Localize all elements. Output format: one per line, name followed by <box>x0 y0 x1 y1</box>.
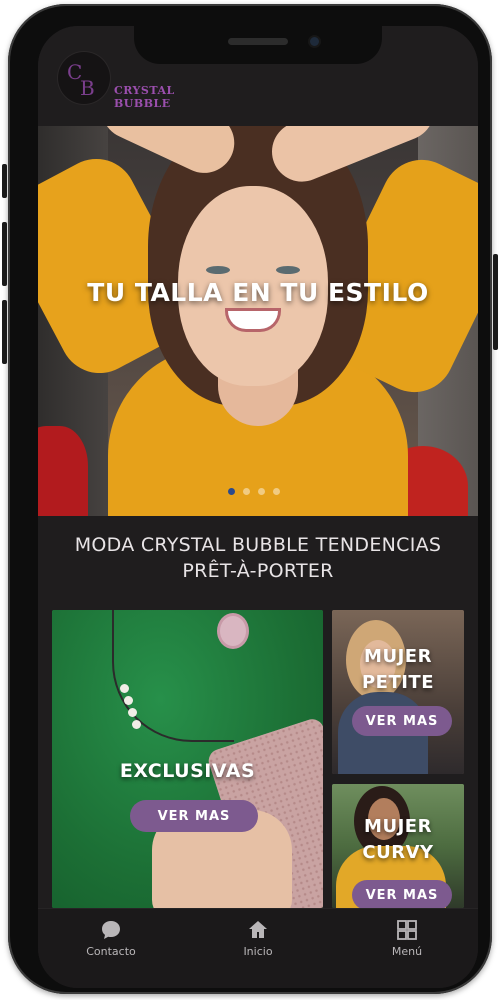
bead <box>128 708 137 717</box>
ver-mas-button-curvy[interactable]: VER MAS <box>352 880 452 908</box>
carousel-dot-4[interactable] <box>273 488 280 495</box>
bead <box>124 696 133 705</box>
hero-carousel[interactable]: TU TALLA EN TU ESTILO <box>38 126 478 516</box>
logo-letter-b: B <box>80 76 95 100</box>
section-title-line-1: MODA CRYSTAL BUBBLE TENDENCIAS <box>74 534 442 556</box>
nav-item-inicio[interactable]: Inicio <box>203 919 313 958</box>
home-icon <box>249 921 267 938</box>
brooch-image <box>220 616 246 646</box>
phone-notch <box>134 26 382 64</box>
bead <box>132 720 141 729</box>
chat-bubble-icon <box>102 921 120 939</box>
section-title-line-2: PRÊT-À-PORTER <box>182 560 334 582</box>
brand-name: CRYSTAL BUBBLE <box>114 84 175 110</box>
hero-title: TU TALLA EN TU ESTILO <box>87 278 429 307</box>
nav-label-contacto: Contacto <box>86 945 136 958</box>
card-label-mujer-petite: MUJER PETITE <box>332 644 464 696</box>
card-label-line-1: MUJER <box>364 816 432 837</box>
ver-mas-button-petite[interactable]: VER MAS <box>352 706 452 736</box>
category-card-mujer-petite[interactable]: MUJER PETITE VER MAS <box>332 610 464 774</box>
phone-power-button <box>493 254 498 350</box>
nav-item-menu[interactable]: Menú <box>352 919 462 958</box>
card-label-line-2: PETITE <box>361 672 435 693</box>
phone-volume-up <box>2 222 7 286</box>
ver-mas-button-exclusivas[interactable]: VER MAS <box>130 800 258 832</box>
nav-label-inicio: Inicio <box>243 945 273 958</box>
carousel-dot-2[interactable] <box>243 488 250 495</box>
speaker-grille <box>228 38 288 45</box>
hero-red-chair-left <box>38 426 88 516</box>
grid-menu-icon <box>397 920 417 940</box>
bead <box>120 684 129 693</box>
phone-silent-switch <box>2 164 7 198</box>
card-label-mujer-curvy: MUJER CURVY <box>332 814 464 866</box>
hero-model-eye-right <box>276 266 300 274</box>
card-label-line-2: CURVY <box>362 842 434 863</box>
front-camera <box>310 37 319 46</box>
nav-label-menu: Menú <box>391 945 423 958</box>
brand-logo[interactable]: C B <box>58 52 110 104</box>
bottom-navigation: Contacto Inicio Menú <box>38 908 478 988</box>
card-label-line-1: MUJER <box>364 646 432 667</box>
section-title: MODA CRYSTAL BUBBLE TENDENCIAS PRÊT-À-PO… <box>38 532 478 584</box>
app-screen: C B CRYSTAL BUBBLE TU TALLA EN TU ESTILO <box>38 26 478 988</box>
carousel-dot-1[interactable] <box>228 488 235 495</box>
carousel-indicators <box>228 488 280 495</box>
phone-frame: C B CRYSTAL BUBBLE TU TALLA EN TU ESTILO <box>2 4 498 994</box>
carousel-dot-3[interactable] <box>258 488 265 495</box>
category-card-mujer-curvy[interactable]: MUJER CURVY VER MAS <box>332 784 464 908</box>
phone-volume-down <box>2 300 7 364</box>
card-label-exclusivas: EXCLUSIVAS <box>119 760 256 782</box>
category-card-exclusivas[interactable]: EXCLUSIVAS VER MAS <box>52 610 323 908</box>
hero-model-eye-left <box>206 266 230 274</box>
nav-item-contacto[interactable]: Contacto <box>56 919 166 958</box>
